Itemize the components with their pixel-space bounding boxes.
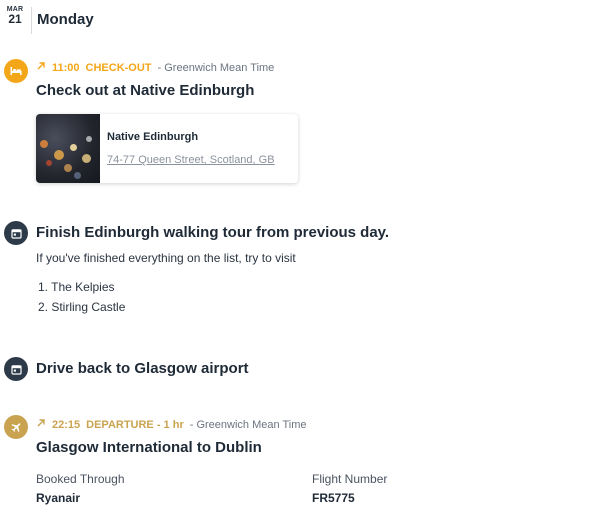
walking-tour-title[interactable]: Finish Edinburgh walking tour from previ… xyxy=(36,224,389,241)
checkout-meta: 11:00 CHECK-OUT - Greenwich Mean Time xyxy=(36,61,274,74)
date-badge: MAR 21 xyxy=(0,6,30,26)
plane-icon xyxy=(4,415,28,439)
checkout-timezone: - Greenwich Mean Time xyxy=(157,61,275,74)
day-title: Monday xyxy=(37,11,94,28)
checkout-label: CHECK-OUT xyxy=(85,61,152,74)
flight-number-value: FR5775 xyxy=(312,491,355,505)
departure-label: DEPARTURE - 1 hr xyxy=(86,418,184,431)
departure-timezone: - Greenwich Mean Time xyxy=(189,418,307,431)
arrow-up-right-icon xyxy=(36,61,46,74)
hotel-name: Native Edinburgh xyxy=(107,131,199,143)
booked-through-value: Ryanair xyxy=(36,491,81,505)
checkout-title[interactable]: Check out at Native Edinburgh xyxy=(36,82,254,99)
calendar-icon xyxy=(4,357,28,381)
arrow-up-right-icon xyxy=(36,418,46,431)
drive-title[interactable]: Drive back to Glasgow airport xyxy=(36,360,249,377)
departure-meta: 22:15 DEPARTURE - 1 hr - Greenwich Mean … xyxy=(36,418,307,431)
hotel-thumbnail xyxy=(36,114,100,183)
hotel-address-link[interactable]: 74-77 Queen Street, Scotland, GB xyxy=(107,154,275,166)
booked-through-label: Booked Through xyxy=(36,472,125,486)
calendar-icon xyxy=(4,221,28,245)
flight-number-label: Flight Number xyxy=(312,472,388,486)
departure-time: 22:15 xyxy=(52,418,81,431)
date-divider xyxy=(31,7,32,34)
checkout-time: 11:00 xyxy=(52,61,80,74)
list-item: 2. Stirling Castle xyxy=(38,300,126,314)
flight-title[interactable]: Glasgow International to Dublin xyxy=(36,439,262,456)
hotel-card[interactable]: Native Edinburgh 74-77 Queen Street, Sco… xyxy=(36,114,298,183)
walking-tour-description: If you've finished everything on the lis… xyxy=(36,251,296,265)
date-day: 21 xyxy=(8,12,22,26)
walking-tour-list: 1. The Kelpies 2. Stirling Castle xyxy=(38,277,125,317)
hotel-icon xyxy=(4,59,28,83)
list-item: 1. The Kelpies xyxy=(38,280,115,294)
